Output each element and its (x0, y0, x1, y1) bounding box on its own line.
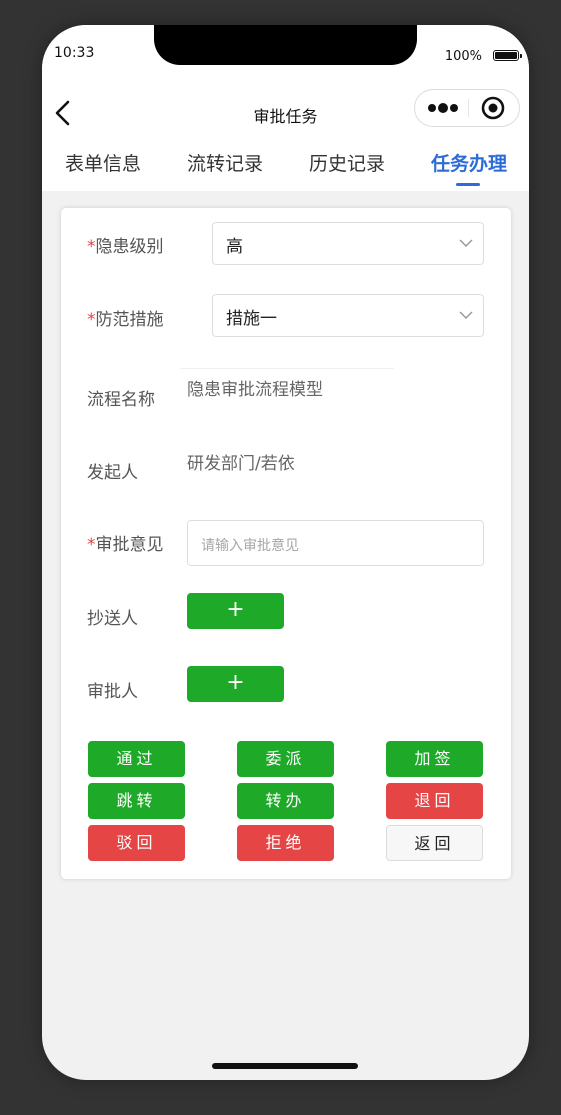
notch (154, 25, 417, 65)
task-form-card: *隐患级别 高 *防范措施 措施一 流程名称 隐患审批流程模型 发起人 研发部门… (61, 208, 511, 879)
add-approver-button[interactable]: + (187, 666, 284, 702)
close-mini-program-icon[interactable] (481, 96, 505, 120)
opinion-label: *审批意见 (87, 535, 164, 555)
chevron-down-icon (458, 307, 474, 323)
hazard-level-select[interactable]: 高 (212, 222, 484, 265)
hazard-level-label: *隐患级别 (87, 237, 164, 257)
battery-icon (493, 50, 522, 61)
capsule-divider (468, 99, 469, 117)
reject-button[interactable]: 驳回 (88, 825, 185, 861)
process-name-value: 隐患审批流程模型 (187, 380, 323, 400)
add-sign-button[interactable]: 加签 (386, 741, 483, 777)
go-back-button[interactable]: 返回 (386, 825, 483, 861)
initiator-value: 研发部门/若依 (187, 454, 295, 474)
pass-button[interactable]: 通过 (88, 741, 185, 777)
initiator-label: 发起人 (87, 463, 138, 483)
tab-history-records[interactable]: 历史记录 (309, 149, 385, 176)
opinion-input[interactable] (187, 520, 484, 566)
measures-select[interactable]: 措施一 (212, 294, 484, 337)
refuse-button[interactable]: 拒绝 (237, 825, 334, 861)
cc-label: 抄送人 (87, 609, 138, 629)
home-indicator (212, 1063, 358, 1069)
measures-value: 措施一 (226, 309, 277, 329)
transfer-button[interactable]: 转办 (237, 783, 334, 819)
hazard-level-value: 高 (226, 237, 243, 257)
status-time: 10:33 (54, 45, 95, 61)
jump-button[interactable]: 跳转 (88, 783, 185, 819)
battery-percent: 100% (444, 49, 482, 64)
mini-program-capsule (414, 89, 520, 127)
tab-flow-records[interactable]: 流转记录 (187, 149, 263, 176)
active-tab-indicator (456, 183, 480, 186)
measures-label: *防范措施 (87, 310, 164, 330)
more-icon[interactable] (427, 99, 459, 117)
tab-task-handling[interactable]: 任务办理 (431, 149, 507, 176)
delegate-button[interactable]: 委派 (237, 741, 334, 777)
process-name-label: 流程名称 (87, 390, 155, 410)
tab-form-info[interactable]: 表单信息 (65, 149, 141, 176)
chevron-down-icon (458, 235, 474, 251)
return-back-button[interactable]: 退回 (386, 783, 483, 819)
tab-bar: 表单信息 流转记录 历史记录 任务办理 (42, 149, 529, 189)
divider (180, 368, 394, 369)
approver-label: 审批人 (87, 682, 138, 702)
add-cc-button[interactable]: + (187, 593, 284, 629)
phone-frame: 10:33 100% 审批任务 表单信息 流转记录 历史记录 任务办理 *隐患级… (42, 25, 529, 1080)
